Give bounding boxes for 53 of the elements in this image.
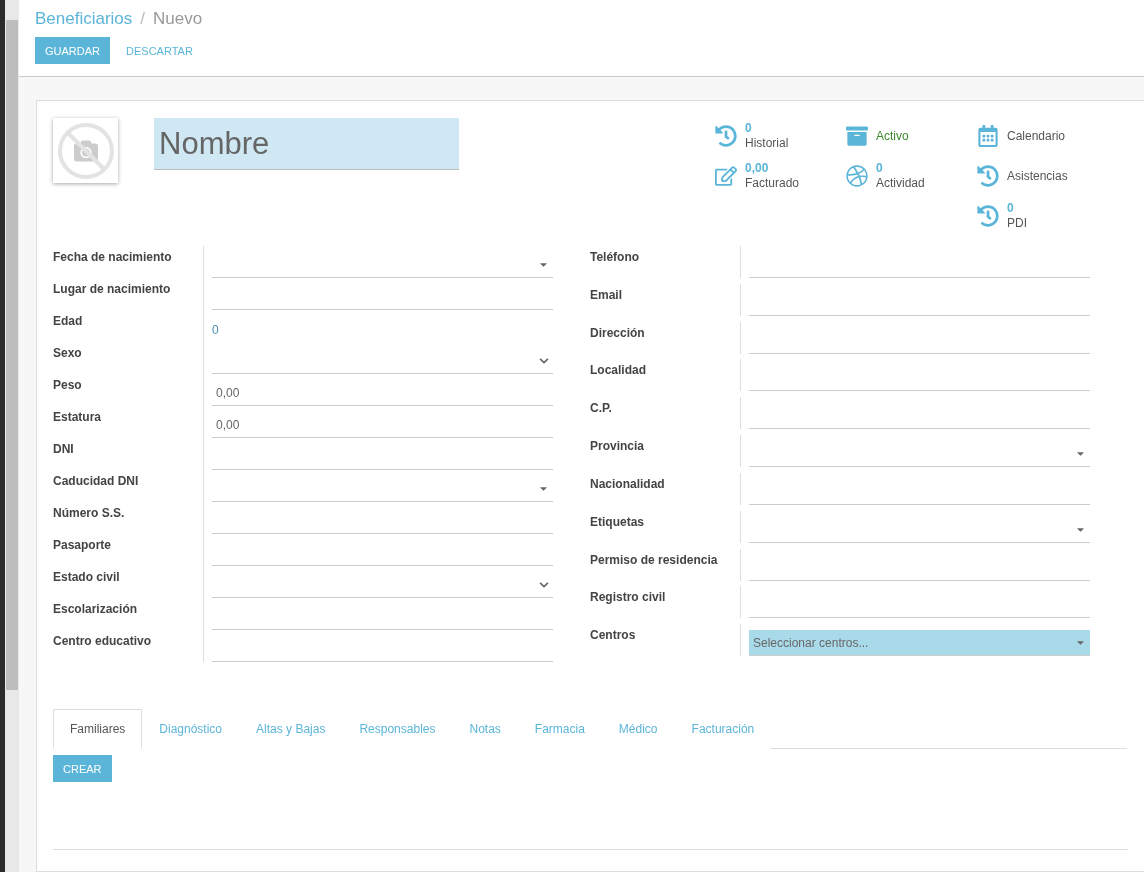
- no-camera-icon: [56, 121, 115, 180]
- stat-button[interactable]: 0 Actividad: [846, 158, 977, 194]
- field-label: DNI: [53, 441, 75, 458]
- field-label: Teléfono: [590, 249, 641, 266]
- archive-icon: [846, 125, 868, 147]
- field-label: Registro civil: [590, 589, 667, 607]
- field-label: Email: [590, 286, 623, 304]
- stat-button[interactable]: 0 PDI: [977, 198, 1108, 234]
- field-label: Centros: [590, 627, 637, 645]
- field-label: Peso: [53, 377, 83, 394]
- name-field[interactable]: Nombre: [154, 118, 459, 170]
- field-label: Lugar de nacimiento: [53, 281, 172, 298]
- stat-button[interactable]: Asistencias: [977, 158, 1108, 194]
- field-value: 0: [212, 323, 219, 339]
- field-label: Sexo: [53, 345, 83, 362]
- stat-button[interactable]: Calendario: [977, 118, 1108, 154]
- select-field[interactable]: Seleccionar centros...: [749, 630, 1090, 657]
- input-field[interactable]: 0,00: [212, 380, 553, 406]
- input-field[interactable]: 0,00: [212, 412, 553, 438]
- field-label: Número S.S.: [53, 505, 126, 522]
- breadcrumb-separator: /: [140, 9, 146, 29]
- chevron-icon: [539, 355, 549, 366]
- breadcrumb-link[interactable]: Beneficiarios: [35, 9, 133, 29]
- field-label: Fecha de nacimiento: [53, 249, 173, 266]
- history-icon: [977, 165, 999, 187]
- field-label: Edad: [53, 313, 84, 330]
- field-label: Estado civil: [53, 569, 121, 586]
- field-label: Escolarización: [53, 601, 139, 618]
- field-label: Provincia: [590, 438, 646, 456]
- field-label: Estatura: [53, 409, 103, 426]
- stat-button[interactable]: 0 Historial: [715, 118, 846, 154]
- field-label: Centro educativo: [53, 633, 152, 650]
- scrollbar[interactable]: [0, 0, 19, 872]
- edit-icon: [715, 165, 737, 187]
- field-label: Caducidad DNI: [53, 473, 140, 490]
- field-label: Dirección: [590, 324, 646, 342]
- history-icon: [715, 125, 737, 147]
- field-label: Localidad: [590, 362, 647, 380]
- chevron-icon: [539, 579, 549, 590]
- stat-button[interactable]: 0,00 Facturado: [715, 158, 846, 194]
- save-button[interactable]: GUARDAR: [35, 37, 110, 64]
- field-label: Permiso de residencia: [590, 551, 719, 569]
- field-label: C.P.: [590, 400, 613, 418]
- tab[interactable]: Familiares: [53, 709, 143, 749]
- history-icon: [977, 205, 999, 227]
- breadcrumb-current: Nuevo: [153, 9, 203, 29]
- create-button[interactable]: CREAR: [53, 755, 112, 782]
- discard-button[interactable]: DESCARTAR: [116, 37, 203, 64]
- field-label: Etiquetas: [590, 513, 645, 531]
- field-label: Pasaporte: [53, 537, 113, 554]
- field-label: Nacionalidad: [590, 475, 666, 493]
- calendar-icon: [977, 125, 999, 147]
- stat-button[interactable]: Activo: [846, 118, 977, 154]
